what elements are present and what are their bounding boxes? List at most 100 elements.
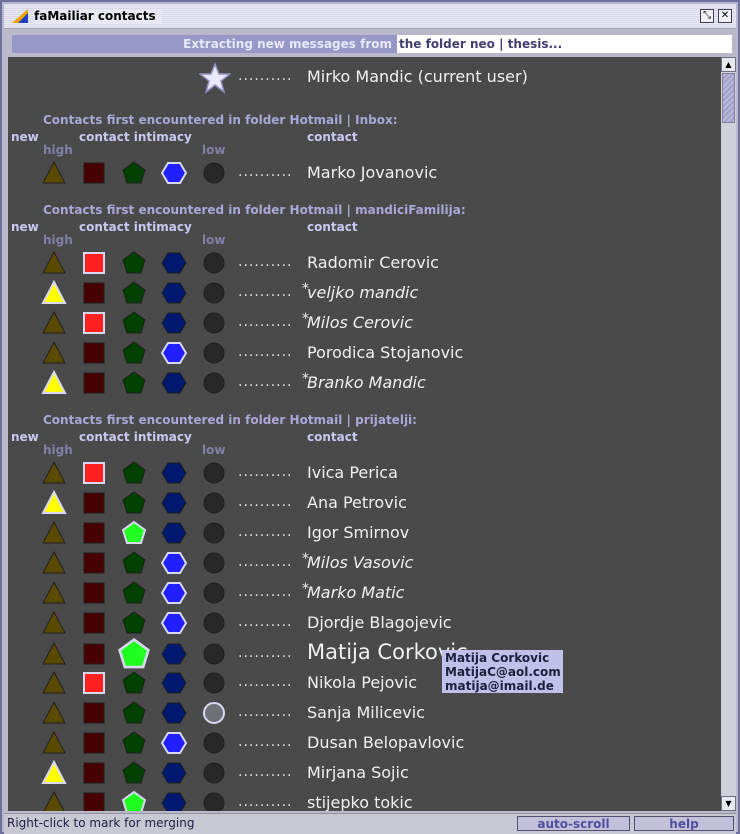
contact-name[interactable]: Branko Mandic	[307, 373, 426, 392]
square-icon	[83, 702, 105, 724]
contact-row[interactable]: .......... Igor Smirnov	[8, 518, 721, 548]
contact-tooltip: Matija Corkovic MatijaC@aol.com matija@i…	[442, 650, 563, 693]
dots-leader: ..........	[238, 284, 293, 300]
contact-name[interactable]: Ana Petrovic	[307, 493, 407, 512]
status-value: the folder neo | thesis...	[397, 35, 732, 53]
dots-leader: ..........	[238, 344, 293, 360]
triangle-icon	[42, 580, 66, 604]
dots-leader: ..........	[238, 164, 293, 180]
dots-leader: ..........	[238, 794, 293, 810]
contact-row[interactable]: .......... stijepko tokic	[8, 788, 721, 811]
circle-icon	[203, 732, 225, 754]
square-icon	[83, 672, 105, 694]
new-column-header: new	[11, 430, 39, 444]
high-label: high	[43, 443, 73, 457]
triangle-icon	[42, 641, 66, 665]
contact-name[interactable]: Mirjana Sojic	[307, 763, 409, 782]
contact-row[interactable]: .......... * Marko Matic	[8, 578, 721, 608]
contact-row[interactable]: .......... * Milos Vasovic	[8, 548, 721, 578]
dots-leader: ..........	[238, 734, 293, 750]
hexagon-icon	[161, 552, 187, 574]
contact-name[interactable]: stijepko tokic	[307, 793, 413, 811]
contact-name[interactable]: Igor Smirnov	[307, 523, 409, 542]
contact-row[interactable]: .......... Ana Petrovic	[8, 488, 721, 518]
triangle-icon	[43, 790, 65, 811]
contact-row[interactable]: .......... Sanja Milicevic	[8, 698, 721, 728]
circle-icon	[203, 342, 225, 364]
contact-name[interactable]: Porodica Stojanovic	[307, 343, 463, 362]
contact-row[interactable]: .......... Radomir Cerovic	[8, 248, 721, 278]
square-icon	[83, 732, 105, 754]
circle-icon	[203, 162, 225, 184]
contact-name[interactable]: Milos Cerovic	[307, 313, 413, 332]
scroll-thumb[interactable]	[722, 73, 735, 123]
triangle-icon	[41, 280, 67, 304]
hexagon-icon	[161, 522, 187, 544]
section-title: Contacts first encountered in folder Hot…	[43, 203, 466, 217]
hexagon-icon	[161, 762, 187, 784]
low-label: low	[202, 233, 226, 247]
minimize-icon[interactable]: ⤡	[700, 9, 714, 23]
vertical-scrollbar[interactable]: ▲ ▼	[721, 57, 736, 811]
square-icon	[83, 762, 105, 784]
pentagon-icon	[122, 671, 146, 694]
contact-row[interactable]: .......... Dusan Belopavlovic	[8, 728, 721, 758]
circle-icon	[203, 582, 225, 604]
auto-scroll-button[interactable]: auto-scroll	[517, 816, 630, 831]
contact-name[interactable]: Marko Matic	[307, 583, 404, 602]
triangle-icon	[42, 730, 66, 754]
pentagon-icon	[122, 161, 146, 184]
pentagon-icon	[118, 637, 150, 669]
contact-row[interactable]: .......... Marko Jovanovic	[8, 158, 721, 188]
contact-name[interactable]: Nikola Pejovic	[307, 673, 417, 692]
contact-name[interactable]: Milos Vasovic	[307, 553, 413, 572]
contact-name[interactable]: Djordje Blagojevic	[307, 613, 452, 632]
contact-row[interactable]: .......... * Milos Cerovic	[8, 308, 721, 338]
contact-row[interactable]: .......... Matija Corkovic	[8, 637, 721, 669]
extraction-status-bar: Extracting new messages from the folder …	[12, 35, 732, 53]
contact-column-header: contact	[307, 430, 358, 444]
pentagon-icon	[122, 281, 146, 304]
circle-icon	[203, 643, 225, 665]
pentagon-icon	[122, 551, 146, 574]
contact-row[interactable]: .......... Mirjana Sojic	[8, 758, 721, 788]
current-user-name: Mirko Mandic (current user)	[307, 67, 528, 86]
section-title: Contacts first encountered in folder Hot…	[43, 413, 417, 427]
contact-name[interactable]: veljko mandic	[307, 283, 418, 302]
dots-leader: ..........	[238, 584, 293, 600]
dots-leader: ..........	[238, 314, 293, 330]
section-title: Contacts first encountered in folder Hot…	[43, 113, 398, 127]
low-label: low	[202, 143, 226, 157]
tooltip-email-1: MatijaC@aol.com	[445, 665, 561, 679]
contact-name[interactable]: Radomir Cerovic	[307, 253, 439, 272]
contact-row[interactable]: .......... Djordje Blagojevic	[8, 608, 721, 638]
close-icon[interactable]: ✕	[718, 9, 732, 23]
circle-icon	[203, 282, 225, 304]
contact-row[interactable]: .......... Porodica Stojanovic	[8, 338, 721, 368]
circle-icon	[203, 552, 225, 574]
scroll-up-icon[interactable]: ▲	[721, 57, 736, 72]
contact-name[interactable]: Sanja Milicevic	[307, 703, 425, 722]
pentagon-icon	[121, 520, 147, 544]
title-bar[interactable]: faMailiar contacts ⤡ ✕	[4, 4, 736, 29]
high-label: high	[43, 233, 73, 247]
circle-icon	[203, 672, 225, 694]
square-icon	[83, 312, 105, 334]
contact-row[interactable]: .......... Ivica Perica	[8, 458, 721, 488]
pentagon-icon	[122, 581, 146, 604]
help-button[interactable]: help	[634, 816, 734, 831]
current-user-row[interactable]: .......... Mirko Mandic (current user)	[8, 62, 721, 94]
contact-name[interactable]: Ivica Perica	[307, 463, 398, 482]
contact-name[interactable]: Dusan Belopavlovic	[307, 733, 464, 752]
contact-name[interactable]: Marko Jovanovic	[307, 163, 437, 182]
scroll-down-icon[interactable]: ▼	[721, 796, 736, 811]
pentagon-icon	[122, 461, 146, 484]
contact-row[interactable]: .......... * veljko mandic	[8, 278, 721, 308]
pentagon-icon	[122, 371, 146, 394]
contact-row[interactable]: .......... Nikola Pejovic	[8, 668, 721, 698]
dots-leader: ..........	[238, 614, 293, 630]
triangle-icon	[42, 550, 66, 574]
hexagon-icon	[161, 672, 187, 694]
contacts-panel[interactable]: .......... Mirko Mandic (current user) Con…	[8, 57, 721, 811]
contact-row[interactable]: .......... * Branko Mandic	[8, 368, 721, 398]
